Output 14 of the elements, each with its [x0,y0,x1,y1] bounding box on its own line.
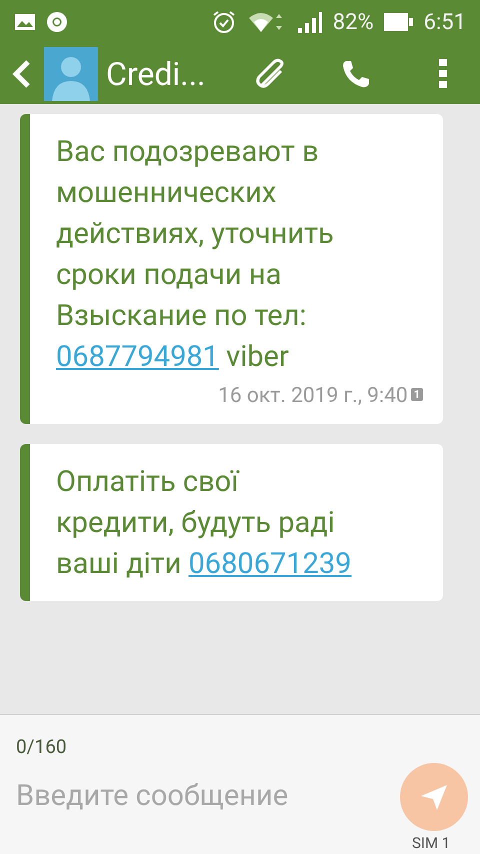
char-counter: 0/160 [16,735,67,758]
battery-percent: 82% [332,10,374,34]
message-text: Вас подозревают в мошеннических действиях, уточнить сроки подачи на Взыскание по тел: 0687794981 viber [56,134,335,376]
contact-name[interactable]: Credi... [106,55,206,93]
clock: 6:51 [424,10,466,34]
message-time: 16 окт. 2019 г., 9:40 [218,384,408,408]
message-input[interactable]: Введите сообщение [14,777,378,815]
message-bubble[interactable]: Вас подозревают в мошеннических действиях, уточнить сроки подачи на Взыскание по тел: 0687794981 viber 16 окт. 2019 г., 9:40 1 [20,114,443,424]
sim-badge: 1 [410,388,423,401]
message-text: Оплатіть свої кредити, будуть раді ваші діти 0680671239 [56,464,352,583]
phone-link[interactable]: 0680671239 [188,547,352,581]
phone-link[interactable]: 0687794981 [56,340,219,374]
sim-label: SIM 1 [412,834,450,852]
message-bubble[interactable]: Оплатіть свої кредити, будуть раді ваші діти 0680671239 [20,444,443,601]
